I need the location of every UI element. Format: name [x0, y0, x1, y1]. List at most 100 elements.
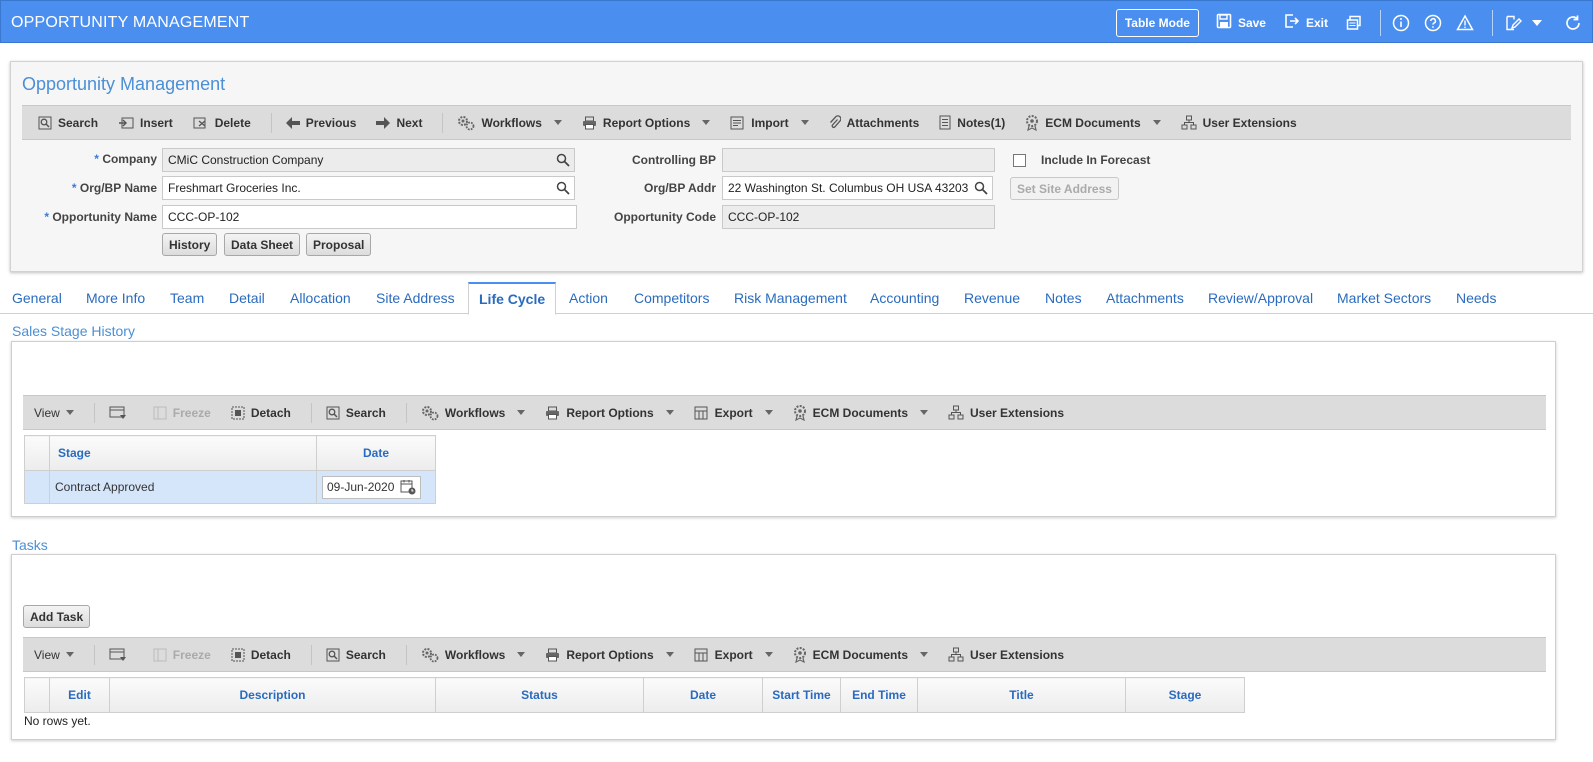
- add-task-button[interactable]: Add Task: [23, 605, 91, 628]
- search-icon[interactable]: [974, 181, 988, 198]
- opportunity-code-field[interactable]: CCC-OP-102: [722, 205, 995, 229]
- ecm-documents-menu[interactable]: ECM Documents: [1025, 114, 1161, 131]
- warning-icon[interactable]: [1456, 13, 1474, 32]
- company-field[interactable]: CMiC Construction Company: [162, 148, 575, 172]
- row-selector[interactable]: [24, 470, 50, 504]
- calendar-icon[interactable]: [400, 479, 416, 495]
- search-icon[interactable]: [556, 181, 570, 198]
- column-header-start-time[interactable]: Start Time: [762, 677, 841, 713]
- org-bp-addr-field[interactable]: 22 Washington St. Columbus OH USA 43203: [722, 176, 993, 200]
- freeze-button[interactable]: Freeze: [153, 406, 211, 420]
- tab-detail[interactable]: Detail: [229, 282, 265, 314]
- tab-life-cycle[interactable]: Life Cycle: [468, 282, 557, 315]
- org-bp-addr-value: 22 Washington St. Columbus OH USA 43203: [728, 181, 969, 195]
- data-sheet-button[interactable]: Data Sheet: [224, 233, 301, 256]
- previous-button[interactable]: Previous: [285, 116, 356, 130]
- search-icon[interactable]: [556, 153, 570, 170]
- date-cell[interactable]: 09-Jun-2020: [316, 470, 436, 504]
- save-button[interactable]: Save: [1216, 13, 1266, 32]
- grid-ecm-documents-menu[interactable]: ECM Documents: [793, 646, 929, 663]
- workflows-menu[interactable]: Workflows: [457, 115, 562, 131]
- tab-more-info[interactable]: More Info: [86, 282, 145, 314]
- tab-site-address[interactable]: Site Address: [376, 282, 455, 314]
- table-row[interactable]: Contract Approved 09-Jun-2020: [24, 470, 436, 504]
- toolbar-divider: [405, 402, 407, 423]
- next-button[interactable]: Next: [376, 116, 422, 130]
- column-header-end-time[interactable]: End Time: [840, 677, 918, 713]
- delete-button[interactable]: Delete: [193, 116, 251, 130]
- tab-needs[interactable]: Needs: [1456, 282, 1496, 314]
- tab-review-approval[interactable]: Review/Approval: [1208, 282, 1313, 314]
- grid-search-button[interactable]: Search: [326, 406, 386, 420]
- org-bp-name-field[interactable]: Freshmart Groceries Inc.: [162, 176, 575, 200]
- tab-allocation[interactable]: Allocation: [290, 282, 351, 314]
- search-button[interactable]: Search: [38, 116, 98, 130]
- sales-stage-grid-toolbar: View Freeze Detach Search Workflows Repo…: [23, 395, 1546, 430]
- column-header-edit[interactable]: Edit: [49, 677, 110, 713]
- help-icon[interactable]: [1424, 14, 1442, 32]
- attachments-button[interactable]: Attachments: [829, 115, 920, 130]
- tab-general[interactable]: General: [12, 282, 62, 314]
- info-icon[interactable]: [1392, 14, 1410, 32]
- history-button[interactable]: History: [162, 233, 218, 256]
- view-menu[interactable]: View: [34, 648, 74, 662]
- tab-action[interactable]: Action: [569, 282, 608, 314]
- columns-button[interactable]: [109, 406, 133, 420]
- view-menu[interactable]: View: [34, 406, 74, 420]
- grid-search-button[interactable]: Search: [326, 648, 386, 662]
- sales-stage-history-table: Stage Date Contract Approved 09-Jun-2020: [24, 435, 436, 504]
- tab-market-sectors[interactable]: Market Sectors: [1337, 282, 1431, 314]
- gears-icon: [421, 647, 439, 663]
- opportunity-name-field[interactable]: CCC-OP-102: [162, 205, 577, 229]
- columns-button[interactable]: [109, 648, 133, 662]
- copy-window-icon[interactable]: [1346, 15, 1362, 31]
- freeze-button[interactable]: Freeze: [153, 648, 211, 662]
- tab-attachments[interactable]: Attachments: [1106, 282, 1184, 314]
- grid-ecm-documents-menu[interactable]: ECM Documents: [793, 404, 929, 421]
- insert-button[interactable]: Insert: [118, 116, 173, 130]
- tab-notes[interactable]: Notes: [1045, 282, 1082, 314]
- report-options-menu[interactable]: Report Options: [582, 116, 711, 130]
- grid-export-menu[interactable]: Export: [694, 406, 773, 420]
- grid-export-label: Export: [714, 405, 753, 420]
- detach-button[interactable]: Detach: [231, 648, 291, 662]
- refresh-icon[interactable]: [1564, 14, 1582, 32]
- grid-workflows-label: Workflows: [444, 405, 506, 420]
- edit-icon[interactable]: [1504, 14, 1522, 32]
- attachments-label: Attachments: [846, 115, 920, 130]
- grid-report-options-menu[interactable]: Report Options: [545, 406, 674, 420]
- column-header-stage[interactable]: Stage: [1125, 677, 1245, 713]
- exit-button[interactable]: Exit: [1284, 13, 1328, 32]
- column-header-date[interactable]: Date: [316, 435, 436, 471]
- tab-competitors[interactable]: Competitors: [634, 282, 709, 314]
- grid-workflows-menu[interactable]: Workflows: [421, 647, 526, 663]
- tab-team[interactable]: Team: [170, 282, 204, 314]
- date-input[interactable]: 09-Jun-2020: [322, 475, 422, 499]
- user-extensions-button[interactable]: User Extensions: [1181, 115, 1297, 130]
- column-header-status[interactable]: Status: [435, 677, 644, 713]
- column-header-description[interactable]: Description: [109, 677, 436, 713]
- grid-user-extensions-button[interactable]: User Extensions: [948, 405, 1064, 420]
- chevron-down-icon: [920, 652, 929, 657]
- grid-workflows-menu[interactable]: Workflows: [421, 405, 526, 421]
- grid-report-options-menu[interactable]: Report Options: [545, 648, 674, 662]
- grid-user-extensions-button[interactable]: User Extensions: [948, 647, 1064, 662]
- stage-cell[interactable]: Contract Approved: [49, 470, 317, 504]
- notes-button[interactable]: Notes(1): [939, 115, 1005, 130]
- controlling-bp-field[interactable]: [722, 148, 995, 172]
- table-mode-button[interactable]: Table Mode: [1115, 8, 1199, 37]
- printer-icon: [545, 648, 560, 662]
- chevron-down-icon[interactable]: [1532, 19, 1542, 26]
- detach-button[interactable]: Detach: [231, 406, 291, 420]
- proposal-button[interactable]: Proposal: [306, 233, 372, 256]
- column-header-date[interactable]: Date: [643, 677, 763, 713]
- grid-export-menu[interactable]: Export: [694, 648, 773, 662]
- tab-risk-management[interactable]: Risk Management: [734, 282, 847, 314]
- column-header-title[interactable]: Title: [917, 677, 1126, 713]
- set-site-address-button[interactable]: Set Site Address: [1010, 177, 1119, 200]
- import-menu[interactable]: Import: [730, 116, 809, 130]
- tab-accounting[interactable]: Accounting: [870, 282, 939, 314]
- include-in-forecast-checkbox[interactable]: [1013, 154, 1026, 167]
- tab-revenue[interactable]: Revenue: [964, 282, 1020, 314]
- column-header-stage[interactable]: Stage: [49, 435, 317, 471]
